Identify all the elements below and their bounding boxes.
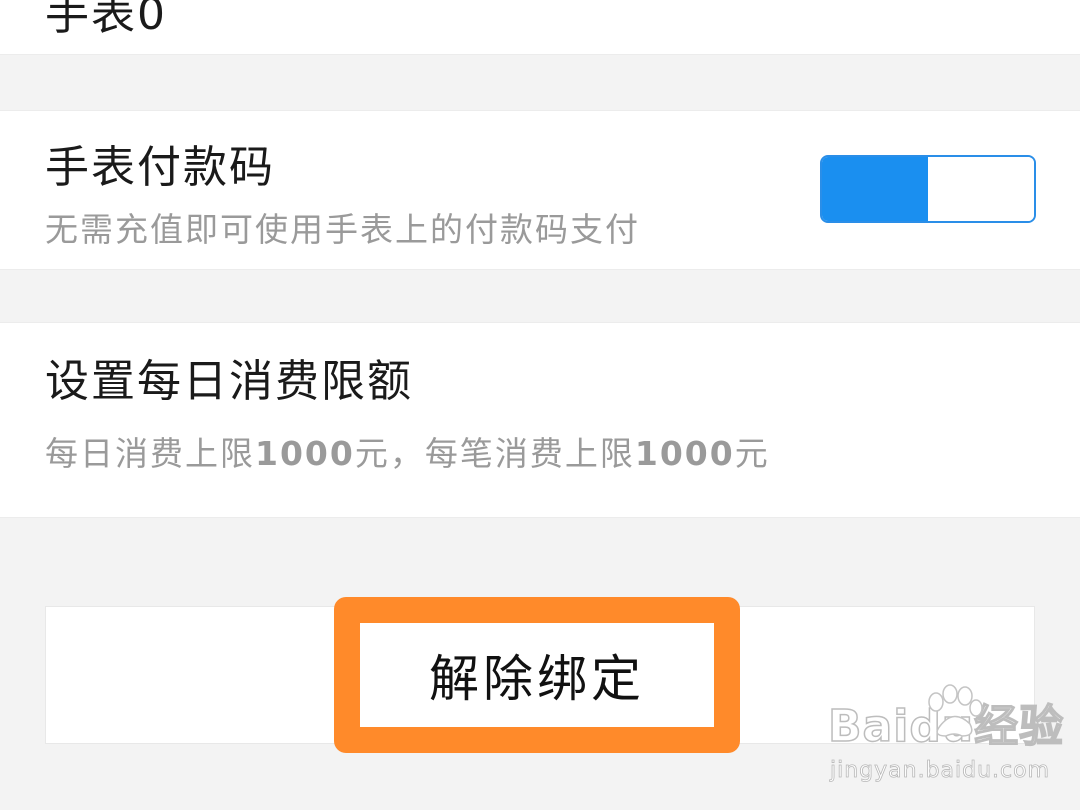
unbind-button-label: 解除绑定 (429, 650, 645, 708)
partial-top-title: 手表0 (45, 0, 167, 40)
unbind-button[interactable]: 解除绑定 (334, 597, 740, 753)
per-transaction-amount: 1000 (634, 434, 735, 473)
daily-limit-subtitle: 每日消费上限1000元，每笔消费上限1000元 (45, 427, 770, 475)
watermark-url: jingyan.baidu.com (830, 758, 1051, 784)
daily-limit-mid: 元，每笔消费上限 (354, 434, 635, 473)
watch-pay-code-subtitle: 无需充值即可使用手表上的付款码支付 (45, 210, 640, 249)
toggle-knob (928, 157, 1034, 221)
daily-limit-row[interactable]: 设置每日消费限额 每日消费上限1000元，每笔消费上限1000元 (0, 322, 1080, 518)
partial-top-card: 手表0 (0, 0, 1080, 55)
watch-pay-code-title: 手表付款码 (45, 142, 275, 193)
daily-limit-prefix: 每日消费上限 (45, 434, 255, 473)
daily-limit-title: 设置每日消费限额 (45, 356, 413, 407)
daily-limit-amount: 1000 (255, 434, 355, 473)
watch-pay-code-row[interactable]: 手表付款码 无需充值即可使用手表上的付款码支付 (0, 110, 1080, 270)
toggle-fill (822, 157, 928, 221)
watch-pay-code-toggle[interactable] (820, 155, 1036, 223)
daily-limit-suffix: 元 (734, 434, 770, 473)
